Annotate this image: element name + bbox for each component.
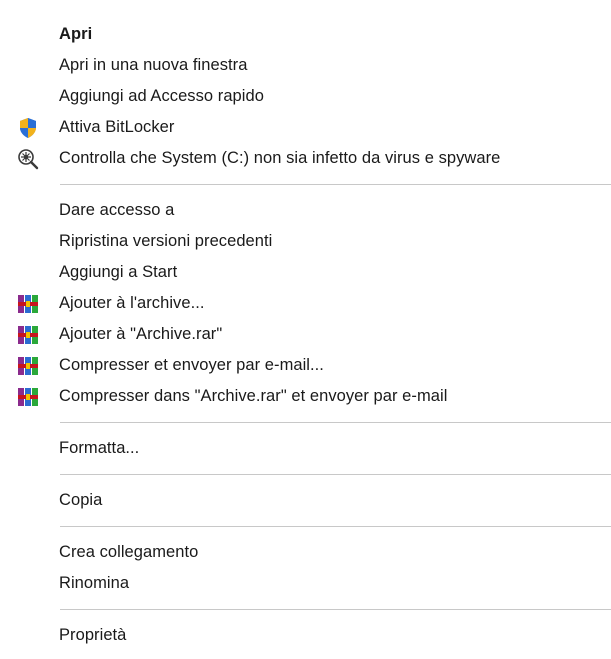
menu-item-open-new-window[interactable]: Apri in una nuova finestra	[0, 50, 611, 81]
menu-item-create-shortcut[interactable]: Crea collegamento	[0, 537, 611, 568]
menu-item-restore-versions[interactable]: Ripristina versioni precedenti	[0, 226, 611, 257]
context-menu: Apri Apri in una nuova finestra Aggiungi…	[0, 0, 611, 659]
menu-item-open[interactable]: Apri	[0, 19, 611, 50]
menu-separator	[60, 184, 611, 185]
menu-item-label: Rinomina	[59, 574, 130, 592]
menu-item-label: Proprietà	[59, 626, 127, 644]
antivirus-scan-icon	[17, 148, 39, 170]
menu-separator	[60, 422, 611, 423]
menu-item-label: Compresser dans "Archive.rar" et envoyer…	[59, 387, 448, 405]
menu-item-properties[interactable]: Proprietà	[0, 620, 611, 651]
menu-item-label: Ajouter à "Archive.rar"	[59, 325, 223, 343]
menu-item-label: Attiva BitLocker	[59, 118, 175, 136]
menu-item-compress-archive-rar-email[interactable]: Compresser dans "Archive.rar" et envoyer…	[0, 381, 611, 412]
menu-separator	[60, 474, 611, 475]
menu-item-compress-email[interactable]: Compresser et envoyer par e-mail...	[0, 350, 611, 381]
menu-separator	[60, 526, 611, 527]
winrar-icon	[17, 324, 39, 346]
winrar-icon	[17, 355, 39, 377]
menu-item-pin-quick-access[interactable]: Aggiungi ad Accesso rapido	[0, 81, 611, 112]
menu-item-add-to-archive-rar[interactable]: Ajouter à "Archive.rar"	[0, 319, 611, 350]
menu-separator	[60, 609, 611, 610]
menu-item-label: Aggiungi a Start	[59, 263, 178, 281]
menu-item-turn-on-bitlocker[interactable]: Attiva BitLocker	[0, 112, 611, 143]
menu-item-label: Copia	[59, 491, 103, 509]
menu-item-give-access[interactable]: Dare accesso a	[0, 195, 611, 226]
menu-item-label: Crea collegamento	[59, 543, 199, 561]
winrar-icon	[17, 293, 39, 315]
menu-item-label: Apri	[59, 25, 93, 43]
menu-item-label: Apri in una nuova finestra	[59, 56, 248, 74]
menu-item-pin-start[interactable]: Aggiungi a Start	[0, 257, 611, 288]
menu-item-label: Controlla che System (C:) non sia infett…	[59, 149, 501, 167]
menu-item-label: Dare accesso a	[59, 201, 175, 219]
menu-item-rename[interactable]: Rinomina	[0, 568, 611, 599]
menu-item-add-to-archive[interactable]: Ajouter à l'archive...	[0, 288, 611, 319]
menu-item-label: Aggiungi ad Accesso rapido	[59, 87, 264, 105]
menu-item-format[interactable]: Formatta...	[0, 433, 611, 464]
menu-item-label: Ripristina versioni precedenti	[59, 232, 273, 250]
menu-item-virus-scan[interactable]: Controlla che System (C:) non sia infett…	[0, 143, 611, 174]
menu-item-label: Formatta...	[59, 439, 140, 457]
menu-item-label: Compresser et envoyer par e-mail...	[59, 356, 324, 374]
menu-item-copy[interactable]: Copia	[0, 485, 611, 516]
bitlocker-shield-icon	[17, 117, 39, 139]
menu-item-label: Ajouter à l'archive...	[59, 294, 205, 312]
winrar-icon	[17, 386, 39, 408]
